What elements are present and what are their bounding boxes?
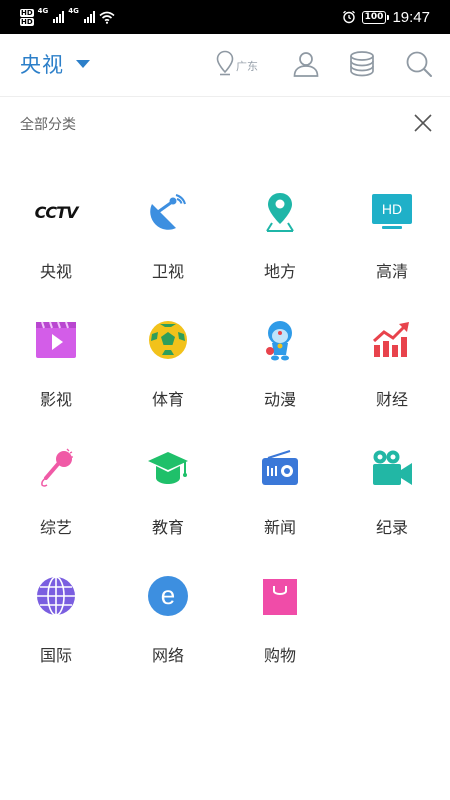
video-play-icon [34,318,78,362]
map-pin-icon [258,190,302,234]
section-title: 全部分类 [20,117,76,133]
wifi-icon [99,11,115,24]
category-label: 综艺 [39,518,72,537]
caret-down-icon [76,60,90,68]
category-label: 纪录 [375,518,408,537]
hd-badges: HD HD [20,8,34,26]
network-type-2: 4G [68,7,79,15]
soccer-ball-icon [146,318,190,362]
hd-text: HD [372,194,412,224]
category-label: 购物 [263,646,296,665]
category-label: 国际 [39,646,72,665]
category-label: 高清 [375,262,408,281]
status-bar: HD HD 4G 4G 100 19:47 [0,0,450,34]
category-variety[interactable]: 综艺 [0,446,112,546]
category-international[interactable]: 国际 [0,574,112,674]
category-label: 影视 [39,390,72,409]
category-label: 网络 [151,646,184,665]
location-text: 广东 [236,60,258,73]
category-documentary[interactable]: 纪录 [336,446,448,546]
hd-badge-2: HD [20,17,34,26]
category-local[interactable]: 地方 [224,190,336,290]
category-hd[interactable]: HD 高清 [336,190,448,290]
search-icon[interactable] [404,49,434,79]
category-finance[interactable]: 财经 [336,318,448,418]
status-right: 100 19:47 [342,8,430,26]
globe-icon [34,574,78,618]
category-label: 财经 [375,390,408,409]
category-sports[interactable]: 体育 [112,318,224,418]
coins-icon[interactable] [347,49,377,79]
cctv-logo-icon: CCTV [34,190,79,234]
location-button[interactable]: 广东 [216,50,258,76]
cctv-logo-text: CCTV [34,202,79,222]
channel-selector[interactable]: 央视 [20,49,90,79]
hd-tv-icon: HD [370,190,414,234]
category-news[interactable]: 新闻 [224,446,336,546]
clock: 19:47 [392,8,430,26]
microphone-icon [34,446,78,490]
status-left: HD HD 4G 4G [20,6,115,28]
category-movies[interactable]: 影视 [0,318,112,418]
graduation-cap-icon [146,446,190,490]
category-label: 体育 [151,390,184,409]
battery-indicator: 100 [361,10,390,24]
category-education[interactable]: 教育 [112,446,224,546]
category-network[interactable]: e 网络 [112,574,224,674]
finance-chart-icon [370,318,414,362]
close-icon[interactable] [412,112,434,134]
category-cctv[interactable]: CCTV 央视 [0,190,112,290]
category-label: 新闻 [263,518,296,537]
category-satellite[interactable]: 卫视 [112,190,224,290]
network-type-1: 4G [37,7,49,15]
channel-name: 央视 [20,53,64,77]
letter-e-icon: e [146,574,190,618]
user-icon[interactable] [291,49,321,79]
category-label: 动漫 [263,390,296,409]
alarm-icon [342,10,355,24]
radio-icon [258,446,302,490]
top-header: 央视 广东 [0,34,450,97]
location-pin-icon [216,50,234,76]
movie-camera-icon [370,446,414,490]
satellite-dish-icon [146,190,190,234]
signal-icon-2 [83,11,95,23]
category-label: 央视 [39,262,72,281]
category-anime[interactable]: 动漫 [224,318,336,418]
shopping-bag-icon [258,574,302,618]
letter-e-text: e [148,576,188,616]
category-label: 卫视 [151,262,184,281]
signal-icon [53,11,65,23]
category-label: 教育 [151,518,184,537]
cartoon-robot-icon [258,318,302,362]
category-label: 地方 [263,262,296,281]
hd-badge-1: HD [20,8,34,17]
category-shopping[interactable]: 购物 [224,574,336,674]
